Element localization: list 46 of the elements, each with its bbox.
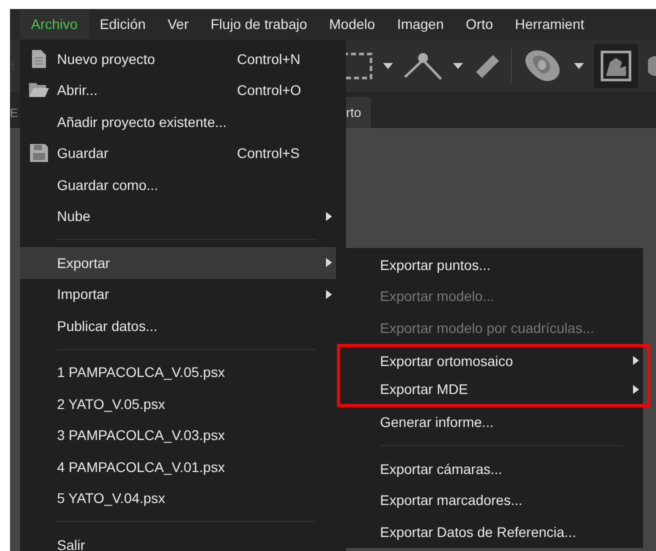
map-button[interactable]	[594, 44, 638, 88]
caret-icon[interactable]	[574, 63, 584, 69]
menu-item[interactable]: Edición	[88, 10, 157, 39]
caret-icon[interactable]	[383, 63, 393, 69]
menu-item[interactable]: Exportar puntos...	[343, 249, 643, 280]
submenu-arrow-icon	[326, 258, 332, 268]
shortcut-label: Control+N	[237, 50, 300, 67]
menu-item[interactable]: Orto	[454, 10, 504, 39]
submenu-arrow-icon	[633, 356, 639, 366]
menu-item[interactable]: Guardar como...	[20, 169, 336, 200]
menu-item[interactable]: Modelo	[318, 10, 386, 39]
shortcut-label: Control+O	[237, 82, 302, 98]
menu-item[interactable]: Ver	[156, 10, 200, 39]
document-icon	[32, 50, 46, 68]
menu-item[interactable]: Publicar datos...	[20, 310, 336, 342]
menu-item[interactable]: 5 YATO_V.04.psx	[20, 482, 336, 514]
folder-icon	[28, 83, 48, 98]
submenu-arrow-icon	[326, 290, 332, 299]
caret-icon[interactable]	[453, 63, 463, 69]
menu-item[interactable]: 2 YATO_V.05.psx	[20, 388, 336, 420]
submenu-arrow-icon	[633, 384, 639, 394]
menu-item[interactable]: Exportar	[20, 247, 336, 278]
menu-item[interactable]: Nube	[20, 200, 336, 232]
menu-item[interactable]: Guardar Control+S	[20, 138, 336, 169]
menu-item[interactable]: Abrir... Control+O	[20, 74, 336, 106]
menu-item[interactable]: Herramient	[504, 10, 596, 39]
line-tool-icon[interactable]	[403, 51, 443, 81]
menu-item[interactable]: Exportar MDE	[337, 375, 650, 406]
menu-item[interactable]: Salir	[20, 529, 336, 551]
menu-item[interactable]: 3 PAMPACOLCA_V.03.psx	[20, 420, 336, 451]
menu-item[interactable]: Importar	[20, 278, 336, 310]
panel-tab[interactable]: E	[10, 106, 18, 120]
menu-item[interactable]: 4 PAMPACOLCA_V.01.psx	[20, 451, 336, 482]
menu-item[interactable]: Archivo	[20, 10, 89, 39]
shortcut-label: Control+S	[237, 145, 300, 162]
menu-item[interactable]: Flujo de trabajo	[200, 10, 318, 39]
submenu-arrow-icon	[326, 212, 332, 221]
menu-item[interactable]: Generar informe...	[343, 406, 643, 438]
menu-item[interactable]: 1 PAMPACOLCA_V.05.psx	[20, 356, 336, 388]
menu-item[interactable]: Añadir proyecto existente...	[20, 106, 336, 138]
map-icon	[600, 50, 632, 82]
menu-item[interactable]: Exportar ortomosaico	[337, 344, 650, 375]
menu-item[interactable]: Imagen	[386, 10, 455, 39]
menu-item[interactable]: Exportar marcadores...	[343, 484, 643, 516]
menu-item[interactable]: Exportar Datos de Referencia...	[343, 516, 643, 548]
menu-item[interactable]: Exportar cámaras...	[343, 453, 643, 484]
